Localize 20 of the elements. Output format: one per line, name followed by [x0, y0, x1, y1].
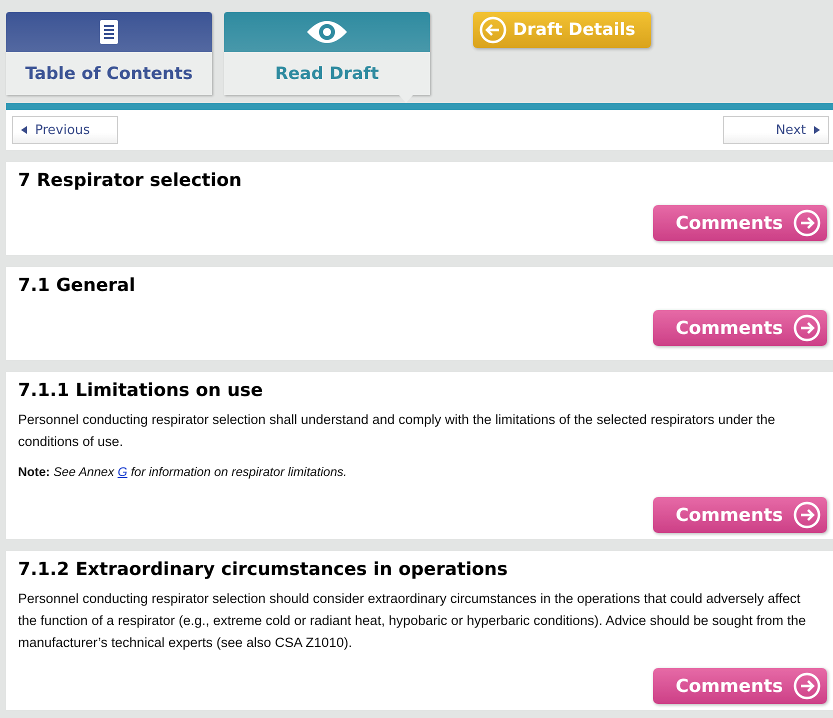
tab[interactable]: Table of Contents: [6, 12, 212, 95]
comments-button[interactable]: Comments: [653, 497, 827, 533]
comments-button[interactable]: Comments: [653, 205, 827, 241]
right-triangle-icon: [814, 126, 820, 134]
comments-button[interactable]: Comments: [653, 310, 827, 346]
body-text: Personnel conducting respirator selection shall understand and comply with the limitations of the selected respirators under the conditions of use.: [18, 411, 776, 451]
comments-button[interactable]: Comments: [653, 668, 827, 704]
section-heading: 7.1.1 Limitations on use: [18, 380, 264, 401]
body-text: Personnel conducting respirator selection should consider extraordinary circumstances in the operations that could adversely affect the function of a respirator (e.g., extreme cold or radiant heat, hypobaric or hyperbaric conditions). Advice should be sought from the manufacturer’s technical experts (see also CSA Z1010).: [18, 590, 807, 652]
draft-details-button[interactable]: Draft Details: [473, 12, 651, 48]
section-heading: 7 Respirator selection: [18, 170, 243, 191]
left-triangle-icon: [21, 126, 27, 134]
note-text: Note: See Annex G for information on respirator limitations.: [18, 464, 348, 481]
eye-icon: [306, 19, 348, 45]
next-button[interactable]: Next: [723, 116, 829, 144]
previous-button[interactable]: Previous: [12, 116, 118, 144]
section-heading: 7.1 General: [18, 275, 136, 296]
document-icon: [100, 20, 118, 44]
section-heading: 7.1.2 Extraordinary circumstances in operations: [18, 559, 509, 580]
annex-link[interactable]: G: [118, 465, 128, 479]
